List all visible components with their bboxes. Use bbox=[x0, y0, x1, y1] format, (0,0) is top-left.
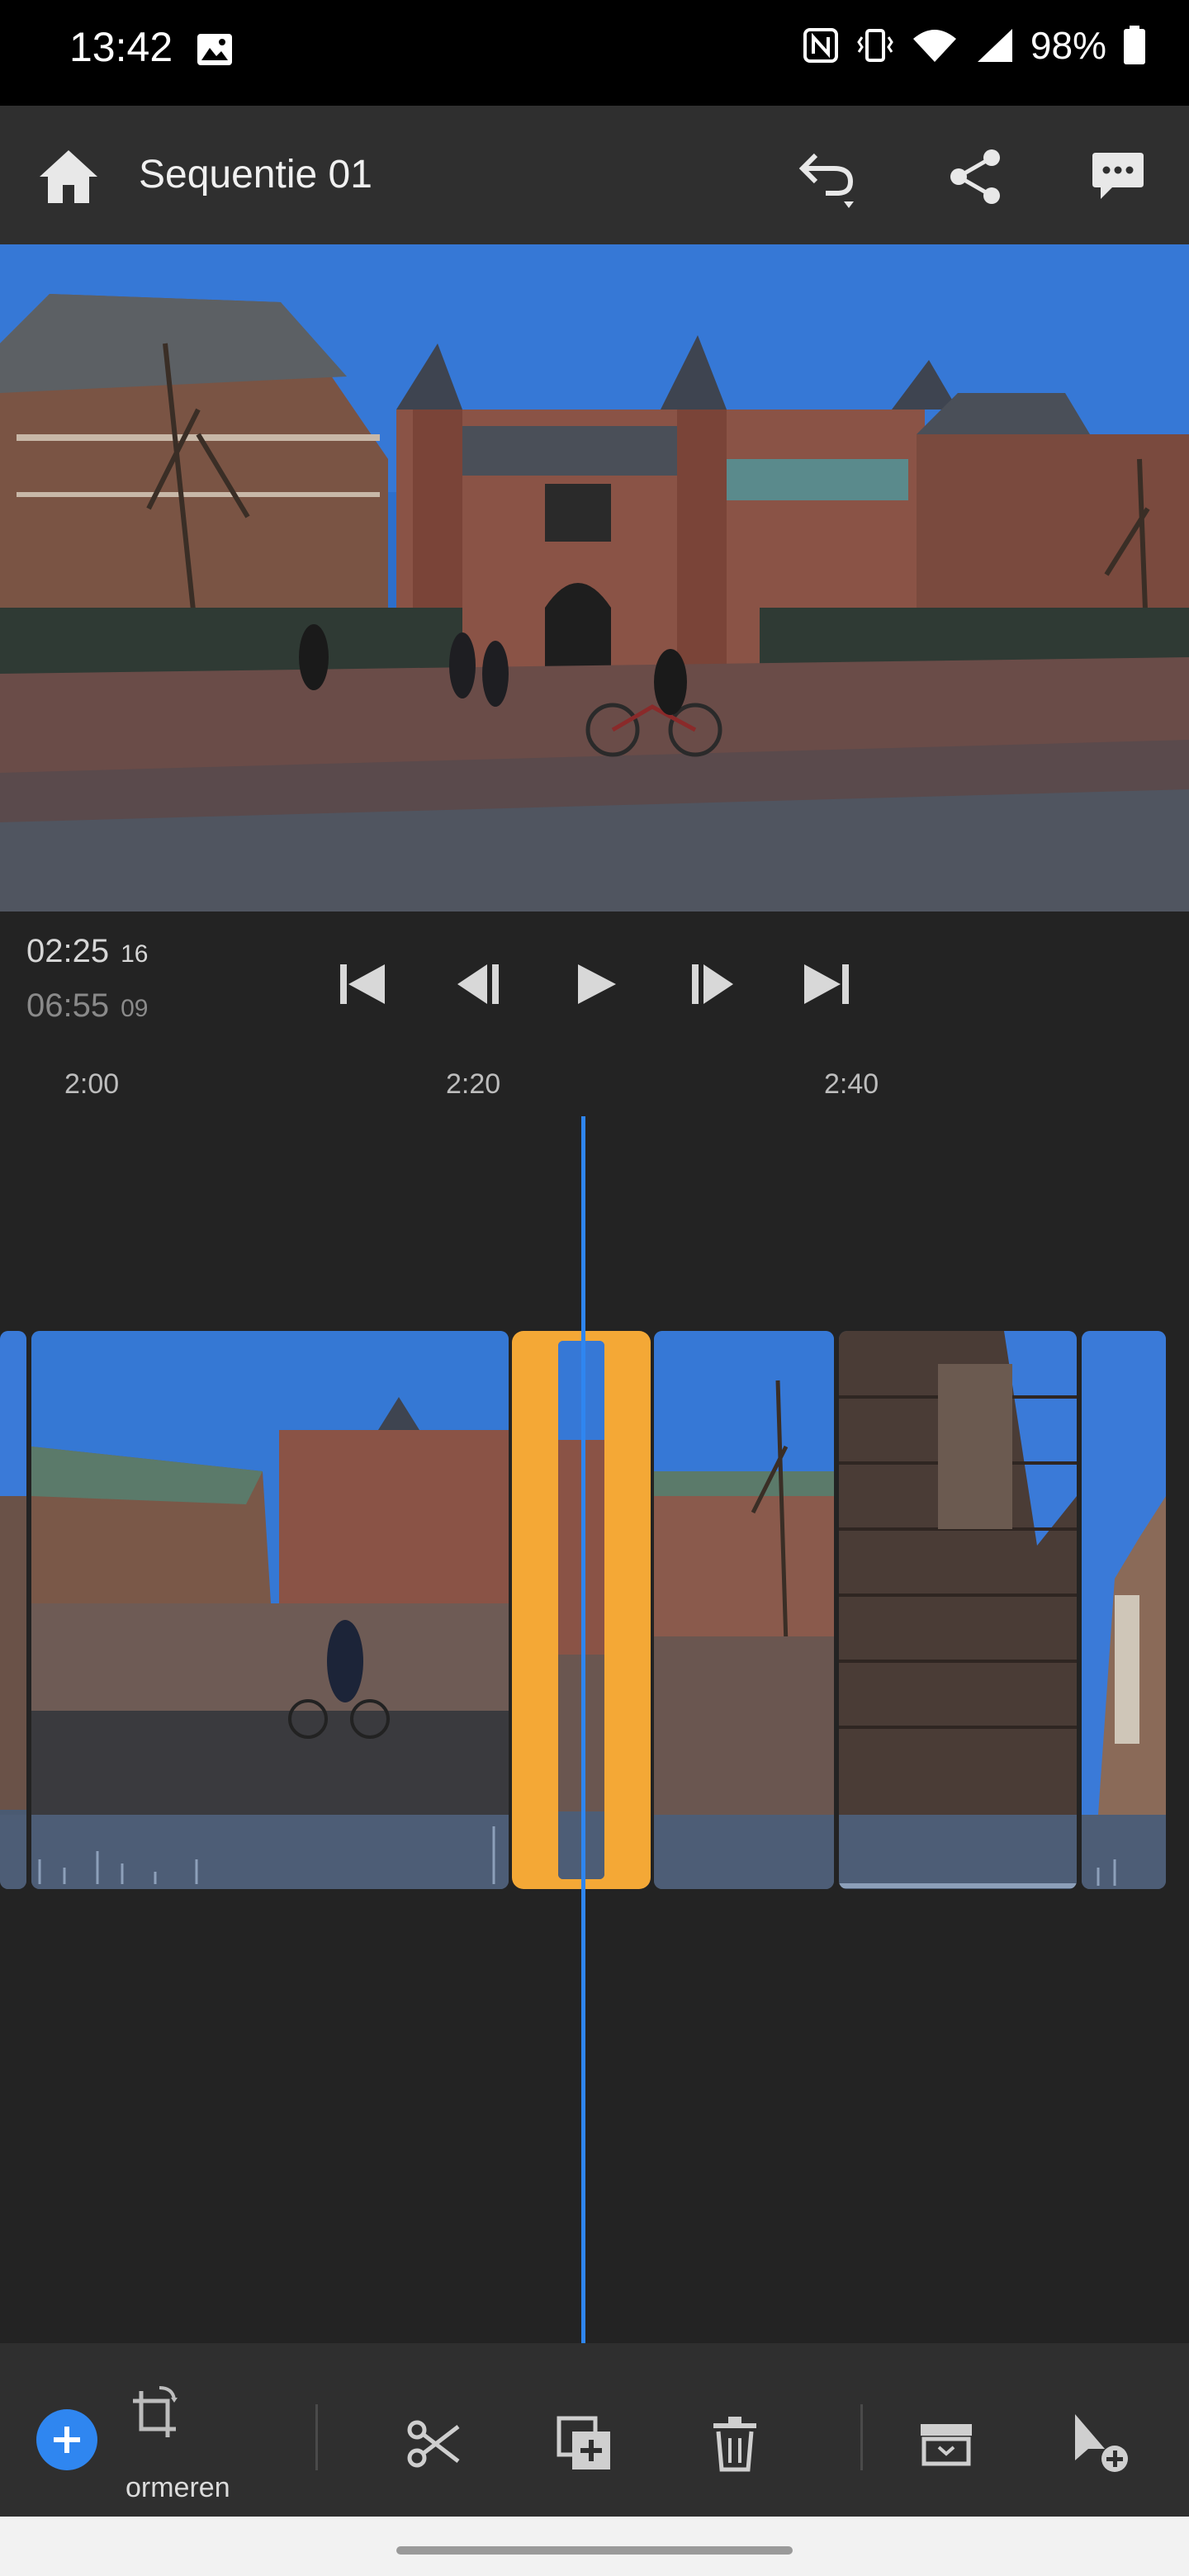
delete-button[interactable] bbox=[695, 2404, 775, 2484]
comment-icon bbox=[1092, 153, 1144, 199]
plus-icon bbox=[54, 2427, 80, 2453]
current-frames: 16 bbox=[121, 940, 149, 968]
preview-frame-image bbox=[0, 244, 1189, 912]
clip-thumbnail bbox=[839, 1331, 1077, 1889]
battery-icon bbox=[1124, 26, 1145, 64]
home-gesture-handle[interactable] bbox=[396, 2546, 793, 2555]
current-timecode: 02:25 16 bbox=[26, 933, 148, 970]
clip-thumbnail bbox=[31, 1331, 509, 1889]
clip-thumbnail bbox=[1082, 1331, 1166, 1889]
timeline-clip[interactable] bbox=[31, 1331, 509, 1889]
share-button[interactable] bbox=[941, 142, 1011, 211]
crop-rotate-icon bbox=[133, 2386, 178, 2437]
status-bar: 13:42 98% bbox=[0, 0, 1189, 106]
image-notification-icon bbox=[197, 34, 232, 65]
undo-button[interactable] bbox=[793, 142, 862, 211]
step-back-icon bbox=[457, 964, 499, 1004]
home-icon[interactable] bbox=[38, 149, 99, 205]
wifi-icon bbox=[912, 30, 956, 62]
toolbar-divider bbox=[315, 2404, 318, 2470]
timeline-clip[interactable] bbox=[839, 1331, 1077, 1889]
add-to-selection-button[interactable] bbox=[1062, 2404, 1141, 2484]
vibrate-icon bbox=[857, 29, 893, 62]
current-time: 02:25 bbox=[26, 933, 110, 969]
add-media-button[interactable] bbox=[36, 2409, 97, 2470]
nfc-icon bbox=[803, 28, 838, 63]
trash-icon bbox=[713, 2417, 756, 2472]
toolbar-divider bbox=[860, 2404, 863, 2470]
duplicate-icon bbox=[557, 2416, 610, 2469]
system-navigation-bar bbox=[0, 2517, 1189, 2576]
previous-frame-button[interactable] bbox=[448, 951, 514, 1017]
total-time: 06:55 bbox=[26, 987, 110, 1024]
app-bar: Sequentie 01 bbox=[0, 106, 1189, 244]
step-forward-icon bbox=[692, 964, 733, 1004]
split-button[interactable] bbox=[395, 2404, 474, 2484]
skip-to-start-icon bbox=[340, 964, 385, 1004]
clip-thumbnail bbox=[0, 1331, 26, 1889]
battery-percent: 98% bbox=[1030, 24, 1106, 67]
timeline-clip[interactable] bbox=[0, 1331, 26, 1889]
ruler-tick: 2:20 bbox=[446, 1068, 501, 1100]
playhead[interactable] bbox=[581, 1116, 585, 2345]
transform-label: ormeren bbox=[126, 2472, 230, 2503]
signal-icon bbox=[977, 29, 1012, 62]
transform-button[interactable] bbox=[116, 2376, 195, 2455]
timeline-clip[interactable] bbox=[654, 1331, 834, 1889]
ruler-tick: 2:00 bbox=[64, 1068, 120, 1100]
go-to-start-button[interactable] bbox=[330, 951, 396, 1017]
video-preview[interactable] bbox=[0, 244, 1189, 912]
share-icon bbox=[950, 149, 1000, 204]
cursor-add-icon bbox=[1075, 2414, 1128, 2472]
clip-thumbnail bbox=[654, 1331, 834, 1889]
total-frames: 09 bbox=[121, 995, 149, 1022]
play-icon bbox=[578, 964, 616, 1004]
undo-icon bbox=[798, 153, 854, 208]
skip-to-end-icon bbox=[804, 964, 849, 1004]
scissors-icon bbox=[407, 2420, 460, 2468]
duplicate-button[interactable] bbox=[545, 2404, 624, 2484]
next-frame-button[interactable] bbox=[677, 951, 743, 1017]
status-time: 13:42 bbox=[69, 24, 173, 70]
sequence-title: Sequentie 01 bbox=[139, 153, 372, 197]
ruler-tick: 2:40 bbox=[824, 1068, 879, 1100]
play-button[interactable] bbox=[563, 951, 629, 1017]
bottom-toolbar: ormeren bbox=[0, 2343, 1189, 2517]
go-to-end-button[interactable] bbox=[793, 951, 859, 1017]
archive-button[interactable] bbox=[907, 2404, 986, 2484]
total-timecode: 06:55 09 bbox=[26, 987, 148, 1025]
feedback-button[interactable] bbox=[1083, 142, 1153, 211]
archive-icon bbox=[921, 2424, 972, 2466]
timeline-clip[interactable] bbox=[1082, 1331, 1166, 1889]
